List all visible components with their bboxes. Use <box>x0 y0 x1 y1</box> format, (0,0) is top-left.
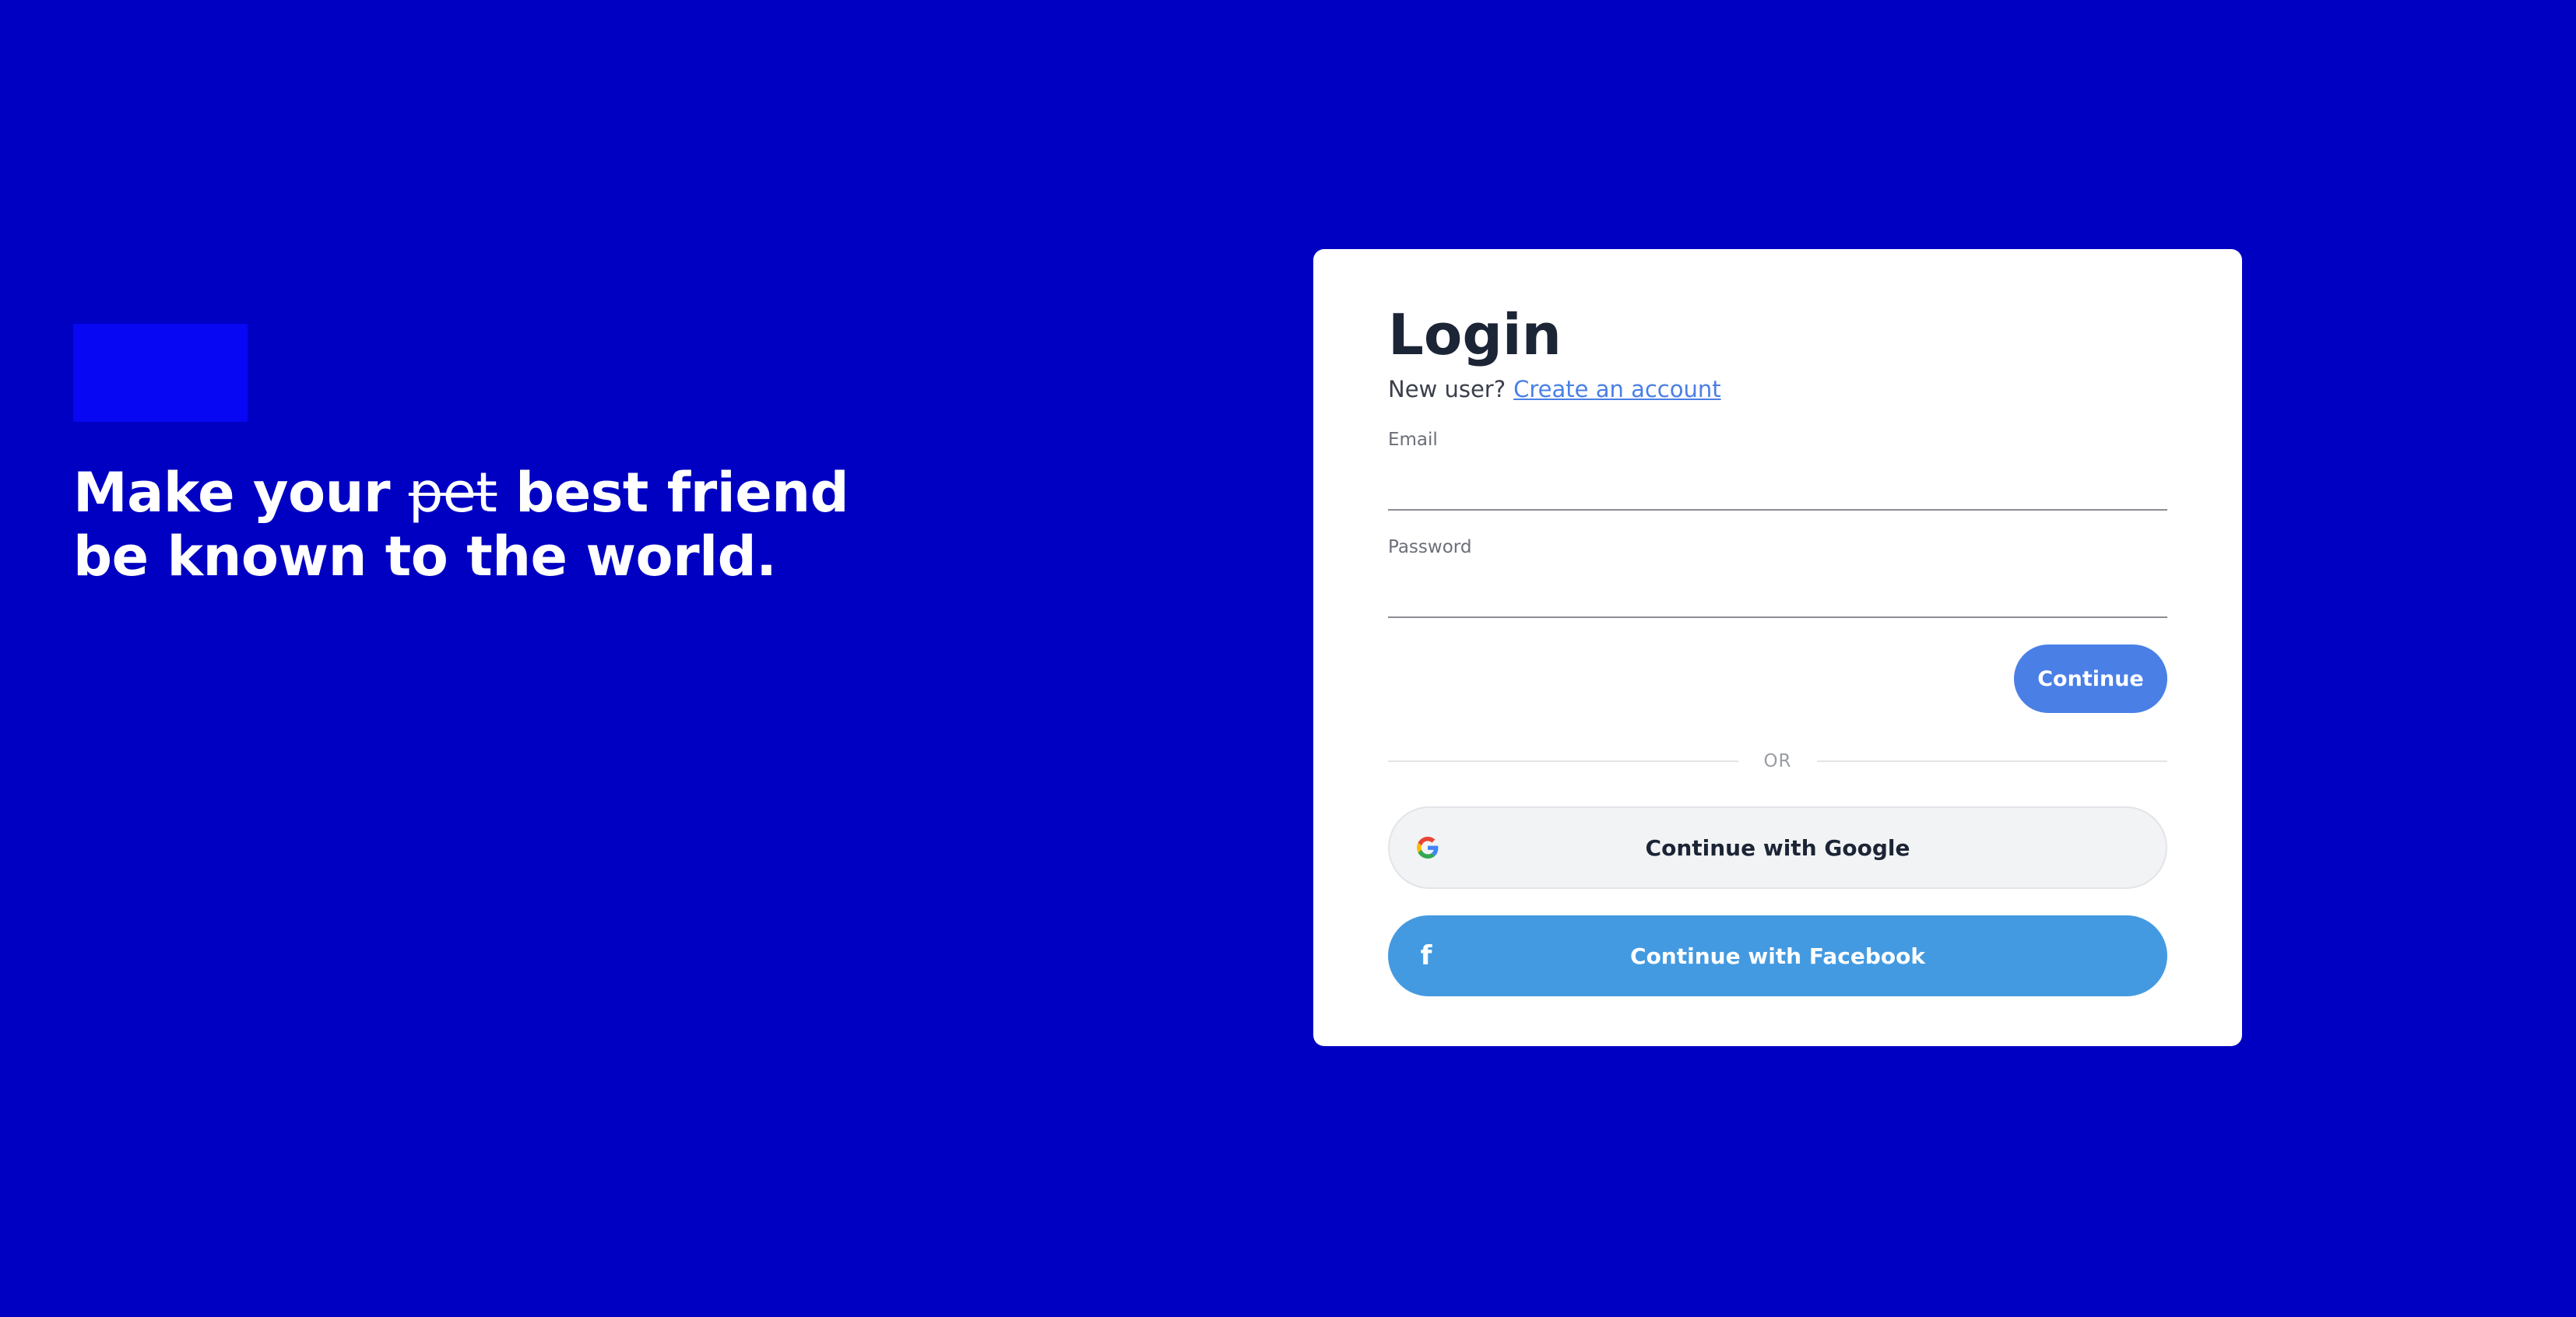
google-login-button[interactable]: Continue with Google <box>1388 806 2167 889</box>
login-title: Login <box>1388 302 1562 367</box>
tagline-struck-word: pet <box>408 461 497 525</box>
google-icon <box>1416 836 1439 859</box>
google-login-label: Continue with Google <box>1645 834 1910 861</box>
new-user-text: New user? <box>1388 376 1506 402</box>
email-label: Email <box>1388 430 1438 450</box>
or-divider: OR <box>1388 746 2167 777</box>
divider-line-right <box>1816 760 2167 762</box>
tagline-start: Make your <box>73 461 409 525</box>
brand-logo <box>73 324 248 422</box>
facebook-login-label: Continue with Facebook <box>1630 943 1925 969</box>
facebook-icon: f <box>1420 940 1432 971</box>
tagline-line-two: be known to the world. <box>73 525 777 588</box>
login-card: Login New user? Create an account Email P… <box>1313 249 2242 1046</box>
email-field[interactable] <box>1388 472 2167 511</box>
hero-tagline: Make your pet best friend be known to the… <box>73 461 930 588</box>
facebook-login-button[interactable]: f Continue with Facebook <box>1388 915 2167 996</box>
tagline-middle: best friend <box>497 461 849 525</box>
password-label: Password <box>1388 537 1472 557</box>
divider-line-left <box>1388 760 1739 762</box>
password-field[interactable] <box>1388 579 2167 618</box>
new-user-row: New user? Create an account <box>1388 374 1721 405</box>
or-text: OR <box>1763 751 1792 771</box>
continue-button[interactable]: Continue <box>2014 644 2167 713</box>
create-account-link[interactable]: Create an account <box>1513 376 1720 402</box>
